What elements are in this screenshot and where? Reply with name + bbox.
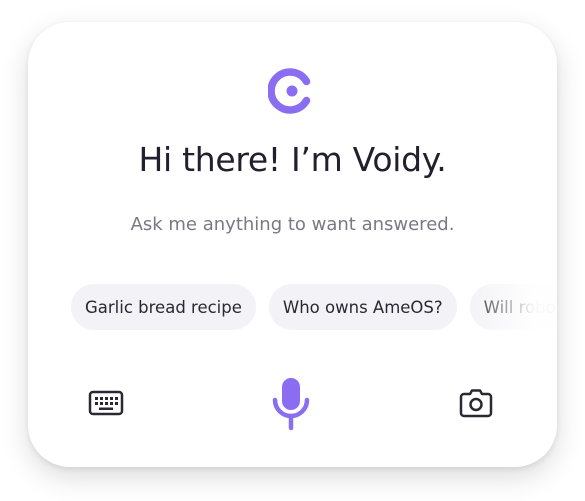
camera-icon [459, 389, 493, 418]
voidy-logo-icon [268, 68, 311, 114]
suggestion-chip[interactable]: Will robots take over? [469, 284, 557, 330]
camera-button[interactable] [456, 385, 496, 421]
greeting-title: Hi there! I’m Voidy. [138, 140, 447, 179]
microphone-icon [272, 378, 310, 431]
assistant-card: Hi there! I’m Voidy. Ask me anything to … [28, 22, 557, 467]
suggestion-list: Garlic bread recipe Who owns AmeOS? Will… [71, 284, 557, 330]
keyboard-button[interactable] [86, 386, 126, 420]
keyboard-icon [88, 390, 124, 416]
suggestion-chip[interactable]: Who owns AmeOS? [268, 284, 457, 330]
prompt-subtitle: Ask me anything to want answered. [130, 214, 455, 235]
microphone-button[interactable] [266, 375, 316, 433]
suggestion-chip[interactable]: Garlic bread recipe [71, 284, 256, 330]
